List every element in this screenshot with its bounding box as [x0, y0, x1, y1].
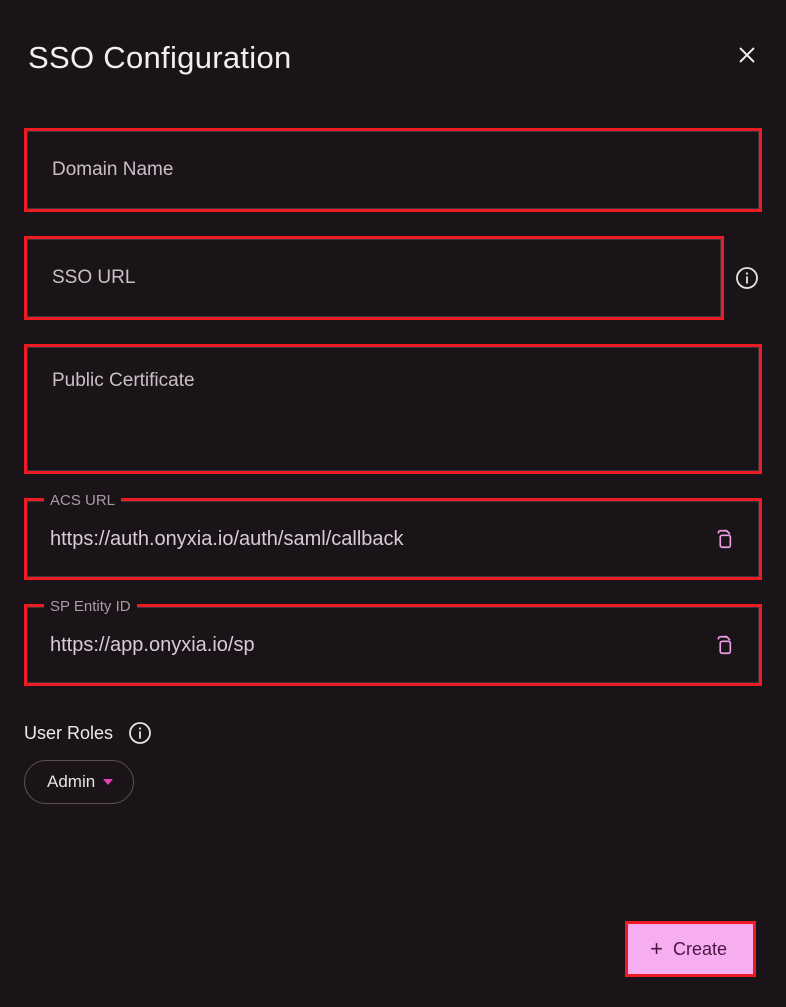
- role-selected-label: Admin: [47, 772, 95, 792]
- copy-sp-entity-button[interactable]: [710, 632, 736, 658]
- fields-container: ACS URL https://auth.onyxia.io/auth/saml…: [24, 128, 762, 686]
- info-icon[interactable]: [127, 720, 153, 746]
- role-dropdown[interactable]: Admin: [24, 760, 134, 804]
- user-roles-section: User Roles Admin: [24, 720, 762, 804]
- sso-url-input[interactable]: [27, 239, 721, 317]
- acs-url-label: ACS URL: [44, 492, 121, 509]
- chevron-down-icon: [103, 779, 113, 785]
- dialog-header: SSO Configuration: [24, 40, 762, 76]
- info-icon[interactable]: [734, 265, 760, 291]
- sso-url-row: [24, 236, 762, 320]
- create-button[interactable]: + Create: [628, 924, 753, 974]
- highlight-box: [24, 128, 762, 212]
- acs-url-field: ACS URL https://auth.onyxia.io/auth/saml…: [27, 501, 759, 577]
- domain-name-input[interactable]: [27, 131, 759, 209]
- sp-entity-field: SP Entity ID https://app.onyxia.io/sp: [27, 607, 759, 683]
- highlight-box: + Create: [625, 921, 756, 977]
- sp-entity-value: https://app.onyxia.io/sp: [50, 634, 255, 657]
- sp-entity-label: SP Entity ID: [44, 598, 137, 615]
- public-cert-row: [24, 344, 762, 474]
- highlight-box: [24, 344, 762, 474]
- public-certificate-input[interactable]: [27, 347, 759, 471]
- highlight-box: ACS URL https://auth.onyxia.io/auth/saml…: [24, 498, 762, 580]
- close-icon: [736, 44, 758, 66]
- plus-icon: +: [650, 938, 663, 960]
- sso-config-dialog: SSO Configuration: [0, 0, 786, 1007]
- copy-icon: [712, 634, 734, 656]
- close-button[interactable]: [732, 40, 762, 70]
- copy-acs-url-button[interactable]: [710, 526, 736, 552]
- domain-name-row: [24, 128, 762, 212]
- highlight-box: [24, 236, 724, 320]
- dialog-footer: + Create: [625, 921, 756, 977]
- dialog-title: SSO Configuration: [28, 40, 292, 76]
- highlight-box: SP Entity ID https://app.onyxia.io/sp: [24, 604, 762, 686]
- create-button-label: Create: [673, 939, 727, 960]
- user-roles-label: User Roles: [24, 723, 113, 744]
- copy-icon: [712, 528, 734, 550]
- acs-url-value: https://auth.onyxia.io/auth/saml/callbac…: [50, 528, 404, 551]
